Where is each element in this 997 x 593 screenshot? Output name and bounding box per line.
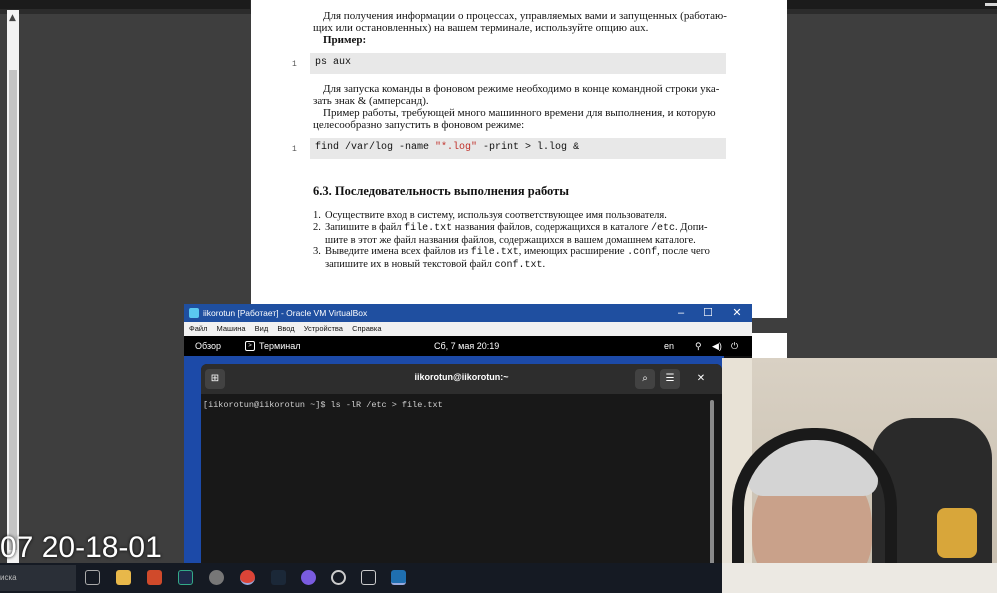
para-2-line-2: зать знак & (амперсанд). <box>313 95 429 107</box>
list-item: 2. Запишите в файл file.txt названия фай… <box>313 222 733 247</box>
terminal-body[interactable]: [iikorotun@iikorotun ~]$ ls -lR /etc > f… <box>201 394 722 590</box>
code-line-number: 1 <box>292 60 297 69</box>
pdf-page: Для получения информации о процессах, уп… <box>251 0 787 318</box>
para-1-line-1: Для получения информации о процессах, уп… <box>323 10 727 22</box>
menu-devices[interactable]: Устройства <box>304 324 343 333</box>
chrome-icon[interactable] <box>240 570 255 585</box>
minimize-button[interactable]: – <box>668 304 694 322</box>
code-line-number: 1 <box>292 145 297 154</box>
keyboard-layout[interactable]: en <box>664 336 674 356</box>
steam-icon[interactable] <box>271 570 286 585</box>
scroll-thumb[interactable] <box>9 70 17 550</box>
list-text: Выведите имена всех файлов из file.txt, … <box>325 246 710 258</box>
windows-taskbar: иска <box>0 563 722 593</box>
menu-input[interactable]: Ввод <box>277 324 294 333</box>
task-view-icon[interactable] <box>85 570 100 585</box>
terminal-icon: > <box>245 341 255 351</box>
terminal-header[interactable]: ⊞ iikorotun@iikorotun:~ ⌕ ☰ ✕ <box>201 364 722 394</box>
para-3-line-2: целесообразно запустить в фоновом режиме… <box>313 119 525 131</box>
browser-icon[interactable] <box>301 570 316 585</box>
para-2-line-1: Для запуска команды в фоновом режиме нео… <box>323 83 720 95</box>
list-text: Запишите в файл file.txt названия файлов… <box>325 222 708 234</box>
terminal-window[interactable]: ⊞ iikorotun@iikorotun:~ ⌕ ☰ ✕ [iikorotun… <box>201 364 722 590</box>
list-item: 3. Выведите имена всех файлов из file.tx… <box>313 246 733 272</box>
pdf-scrollbar[interactable]: ▲ <box>7 10 19 570</box>
para-1: Для получения информации о процессах, уп… <box>313 10 729 22</box>
menu-help[interactable]: Справка <box>352 324 381 333</box>
prompt-line: [iikorotun@iikorotun ~]$ ls -lR /etc > f… <box>203 400 443 410</box>
para-1-line-2: щих или остановленных) на вашем терминал… <box>313 22 649 34</box>
para-3-line-1: Пример работы, требующей много машинного… <box>323 107 716 119</box>
search-icon[interactable]: ⌕ <box>635 369 655 389</box>
photoshop-icon[interactable] <box>178 570 193 585</box>
close-icon[interactable]: ✕ <box>691 369 711 389</box>
powerpoint-icon[interactable] <box>147 570 162 585</box>
taskbar-search[interactable]: иска <box>0 565 76 591</box>
host-minimize-indicator[interactable] <box>985 3 997 6</box>
close-button[interactable]: ✕ <box>724 304 750 322</box>
app-icon[interactable] <box>209 570 224 585</box>
volume-icon[interactable]: ◀) <box>712 336 722 356</box>
clock[interactable]: Сб, 7 мая 20:19 <box>434 336 499 356</box>
host-toolbar-left <box>0 0 250 9</box>
host-toolbar-right <box>787 0 997 9</box>
virtualbox-titlebar[interactable]: iikorotun [Работает] - Oracle VM Virtual… <box>184 304 752 322</box>
code-2-post: -print > l.log & <box>477 142 580 153</box>
terminal-scrollbar[interactable] <box>710 400 714 586</box>
menu-file[interactable]: Файл <box>189 324 207 333</box>
code-block-1: ps aux <box>310 53 726 74</box>
maximize-button[interactable]: ☐ <box>695 304 721 322</box>
example-label: Пример: <box>323 34 367 46</box>
code-2-string: "*.log" <box>435 142 478 153</box>
list-number: 3. <box>313 246 321 257</box>
gnome-top-bar: Обзор > Терминал Сб, 7 мая 20:19 en ⚲ ◀)… <box>184 336 752 356</box>
menu-machine[interactable]: Машина <box>217 324 246 333</box>
obs-icon[interactable] <box>331 570 346 585</box>
hamburger-menu-icon[interactable]: ☰ <box>660 369 680 389</box>
scroll-up-icon[interactable]: ▲ <box>9 13 16 23</box>
virtualbox-window[interactable]: iikorotun [Работает] - Oracle VM Virtual… <box>184 304 752 590</box>
window-title: iikorotun [Работает] - Oracle VM Virtual… <box>203 308 368 318</box>
webcam-overlay <box>722 358 997 593</box>
virtualbox-taskbar-icon[interactable] <box>391 570 406 585</box>
list-number: 1. <box>313 210 321 221</box>
menu-view[interactable]: Вид <box>255 324 269 333</box>
code-2-pre: find /var/log -name <box>315 142 436 153</box>
cube-icon[interactable] <box>361 570 376 585</box>
activities-button[interactable]: Обзор <box>195 336 221 356</box>
recording-timestamp: 07 20-18-01 <box>0 531 162 564</box>
network-icon[interactable]: ⚲ <box>695 336 702 356</box>
list-text: Осуществите вход в систему, используя со… <box>325 210 667 221</box>
code-block-2: find /var/log -name "*.log" -print > l.l… <box>310 138 726 159</box>
code-1-text: ps aux <box>315 57 352 68</box>
power-icon[interactable]: ⏻ <box>731 336 738 356</box>
list-text-2: запишите их в новый текстовой файл conf.… <box>325 259 546 271</box>
virtualbox-icon <box>189 308 199 318</box>
app-menu[interactable]: Терминал <box>259 336 300 356</box>
file-explorer-icon[interactable] <box>116 570 131 585</box>
virtualbox-menubar: Файл Машина Вид Ввод Устройства Справка <box>184 322 752 336</box>
list-number: 2. <box>313 222 321 233</box>
section-heading: 6.3. Последовательность выполнения работ… <box>313 184 570 198</box>
list-item: 1. Осуществите вход в систему, используя… <box>313 210 733 222</box>
